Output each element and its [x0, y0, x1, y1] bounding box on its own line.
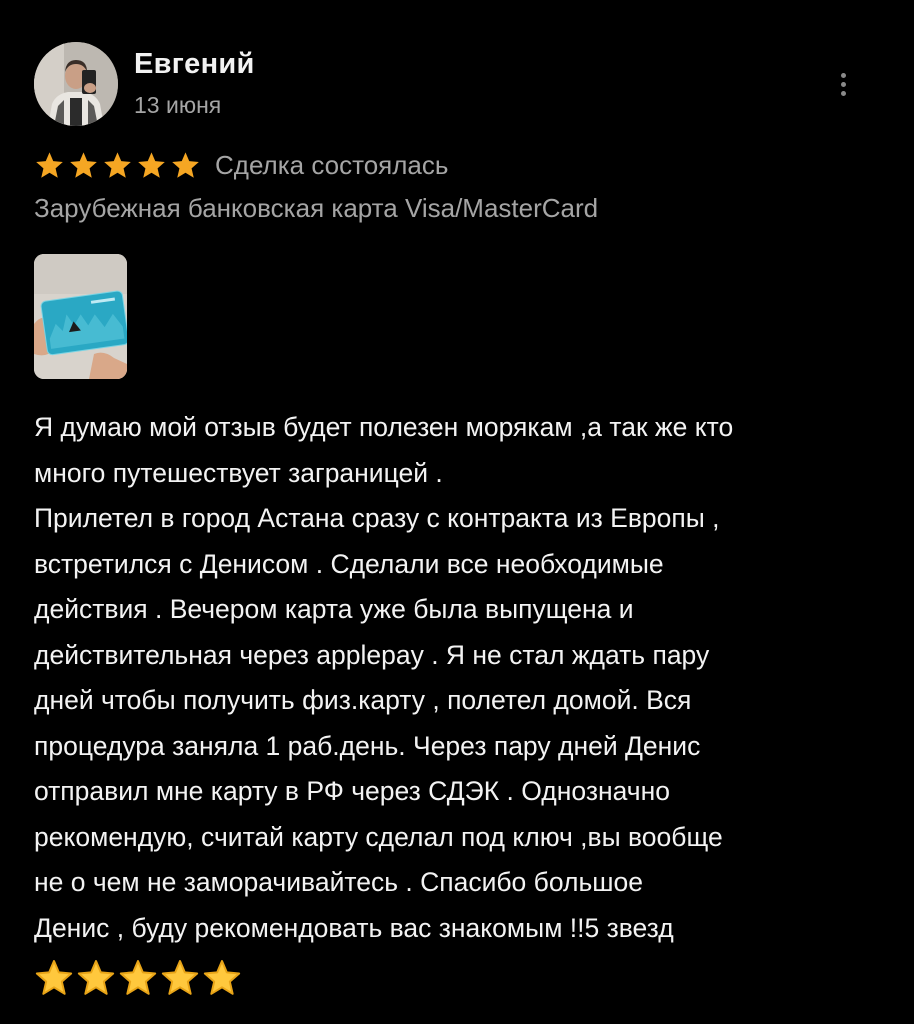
review-text-line: отправил мне карту в РФ через СДЭК . Одн… — [34, 776, 670, 806]
star-icon — [138, 151, 165, 178]
star-icon — [172, 151, 199, 178]
review-text-line: Денис , буду рекомендовать вас знакомым … — [34, 912, 674, 943]
review-text-line: не о чем не заморачивайтесь . Спасибо бо… — [34, 867, 643, 897]
review-text-line: процедура заняла 1 раб.день. Через пару … — [34, 730, 701, 761]
more-options-button[interactable] — [828, 64, 858, 104]
star-emoji-icon — [203, 960, 241, 995]
star-emoji-icon — [161, 960, 199, 995]
star-icon — [104, 151, 131, 178]
avatar[interactable] — [34, 42, 118, 126]
more-vertical-icon — [840, 72, 846, 78]
star-emoji-icon — [119, 960, 157, 995]
rating-stars — [34, 150, 201, 181]
review-text-line: действительная через applepay . Я не ста… — [34, 639, 710, 670]
star-icon — [70, 151, 97, 178]
author-name[interactable]: Евгений — [134, 48, 255, 81]
review-text: Я думаю мой отзыв будет полезен морякам … — [34, 405, 894, 951]
avatar-image — [34, 42, 118, 126]
review-text-line: рекомендую, считай карту сделал под ключ… — [34, 821, 723, 852]
review-text-line: встретился с Денисом . Сделали все необх… — [34, 548, 664, 579]
photo-image — [34, 254, 127, 379]
review-text-line: Прилетел в город Астана сразу с контракт… — [34, 503, 720, 533]
rating-row: Сделка состоялась — [34, 145, 448, 185]
star-emoji-icon — [35, 960, 73, 995]
review-photo-thumbnail[interactable] — [34, 254, 127, 379]
review-card: Евгений 13 июня Сделка состоялась Зарубе… — [0, 0, 914, 1024]
emoji-stars — [34, 958, 242, 998]
review-text-line: действия . Вечером карта уже была выпуще… — [34, 594, 634, 624]
review-text-line: Я думаю мой отзыв будет полезен морякам … — [34, 412, 734, 442]
star-icon — [36, 151, 63, 178]
review-date: 13 июня — [134, 92, 222, 118]
review-text-line: дней чтобы получить физ.карту , полетел … — [34, 685, 692, 715]
review-text-line: много путешествует заграницей . — [34, 457, 443, 488]
product-name[interactable]: Зарубежная банковская карта Visa/MasterC… — [34, 193, 598, 224]
star-emoji-icon — [77, 960, 115, 995]
deal-status: Сделка состоялась — [215, 149, 449, 180]
